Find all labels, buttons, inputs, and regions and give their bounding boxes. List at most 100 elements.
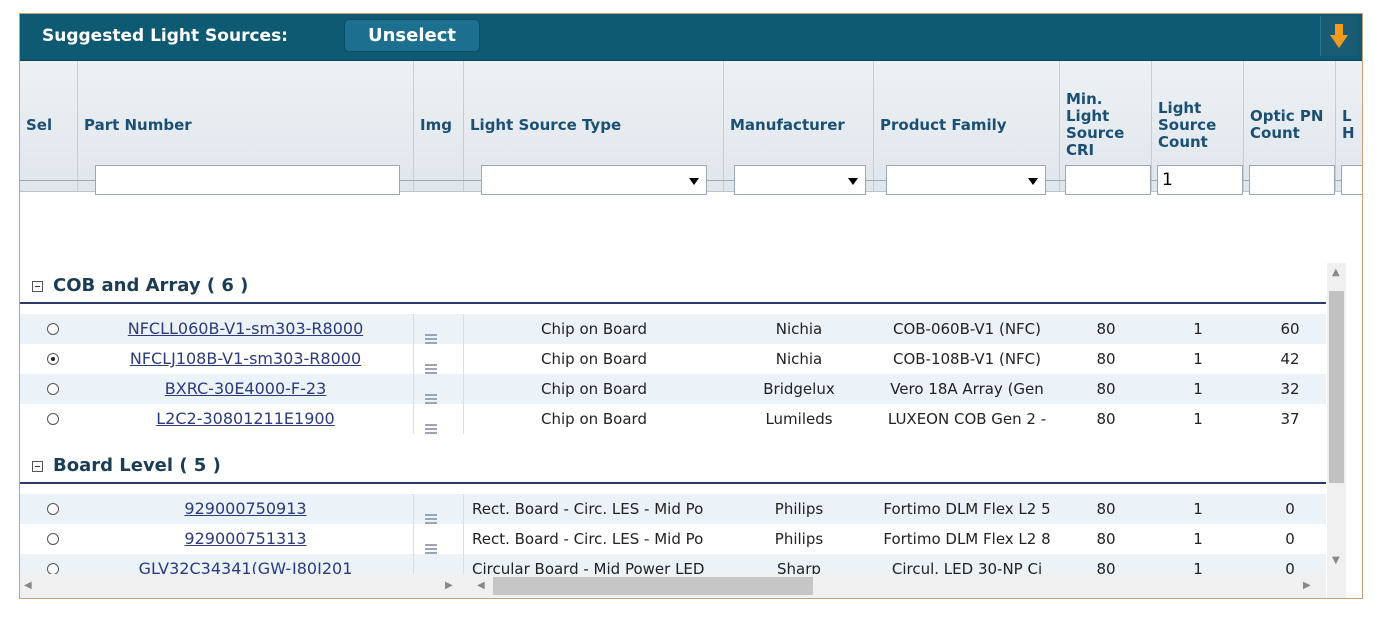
count-cell: 1 — [1193, 320, 1203, 338]
part-number-filter-input[interactable] — [95, 165, 400, 195]
type-cell: Chip on Board — [541, 350, 647, 368]
collapse-minus-icon[interactable] — [32, 461, 43, 472]
chevron-down-icon — [689, 178, 699, 185]
optic-cell: 37 — [1280, 410, 1300, 428]
type-cell: Chip on Board — [541, 320, 647, 338]
chevron-down-icon — [848, 178, 858, 185]
document-icon[interactable] — [425, 534, 437, 554]
image-cell — [414, 344, 464, 374]
document-icon[interactable] — [425, 354, 437, 374]
group-divider — [20, 482, 1326, 484]
count-cell: 1 — [1193, 500, 1203, 518]
part-number-cell: 929000750913 — [78, 494, 414, 524]
product-family-filter-select[interactable] — [886, 165, 1046, 195]
select-radio[interactable] — [47, 323, 59, 335]
optic-cell: 0 — [1285, 500, 1295, 518]
light-source-type-filter-select[interactable] — [481, 165, 707, 195]
mfr-cell: Nichia — [775, 350, 823, 368]
part-number-cell: 929000751313 — [78, 524, 414, 554]
image-cell — [414, 524, 464, 554]
suggested-light-sources-panel: Suggested Light Sources: Unselect Sel Pa… — [19, 13, 1363, 599]
mfr-cell: Philips — [774, 500, 824, 518]
column-header-img[interactable]: Img — [414, 61, 464, 191]
table-row[interactable]: 929000750913 Rect. Board - Circ. LES - Mi… — [20, 494, 1326, 524]
part-number-link[interactable]: 929000750913 — [184, 499, 306, 518]
document-icon[interactable] — [425, 414, 437, 434]
document-icon[interactable] — [425, 564, 437, 584]
part-number-cell: NFCLJ108B-V1-sm303-R8000 — [78, 344, 414, 374]
vertical-scrollbar[interactable]: ▲ ▼ — [1327, 263, 1346, 598]
optic-pn-count-filter-input[interactable] — [1249, 165, 1335, 195]
select-cell — [20, 524, 78, 554]
group-header-board-level[interactable]: Board Level ( 5 ) — [20, 450, 1328, 484]
group-divider — [20, 302, 1326, 304]
document-icon[interactable] — [425, 384, 437, 404]
count-cell: 1 — [1193, 410, 1203, 428]
download-arrow-icon — [1330, 24, 1348, 48]
optic-cell: 42 — [1280, 350, 1300, 368]
type-cell: Rect. Board - Circ. LES - Mid Po — [472, 500, 704, 518]
group-label: Board Level ( 5 ) — [53, 455, 221, 476]
scroll-down-icon[interactable]: ▼ — [1332, 555, 1340, 566]
scroll-left-icon[interactable]: ◀ — [477, 580, 485, 591]
part-number-link[interactable]: NFCLL060B-V1-sm303-R8000 — [128, 319, 364, 338]
column-label: Sel — [26, 115, 53, 134]
select-radio[interactable] — [47, 353, 59, 365]
image-cell — [414, 404, 464, 434]
table-row[interactable]: BXRC-30E4000-F-23 Chip on Board Bridgelux V… — [20, 374, 1326, 404]
table-row[interactable]: NFCLL060B-V1-sm303-R8000 Chip on Board Nic… — [20, 314, 1326, 344]
table-row[interactable]: NFCLJ108B-V1-sm303-R8000 Chip on Board Nic… — [20, 344, 1326, 374]
group-header-cob-array[interactable]: COB and Array ( 6 ) — [20, 270, 1328, 304]
part-number-link[interactable]: NFCLJ108B-V1-sm303-R8000 — [130, 349, 361, 368]
part-number-link[interactable]: BXRC-30E4000-F-23 — [165, 379, 327, 398]
part-number-link[interactable]: 929000751313 — [184, 529, 306, 548]
light-source-count-filter-input[interactable]: 1 — [1157, 165, 1243, 195]
document-icon[interactable] — [425, 324, 437, 344]
image-cell — [414, 494, 464, 524]
select-cell — [20, 404, 78, 434]
vertical-scroll-thumb[interactable] — [1329, 291, 1344, 483]
family-cell: Vero 18A Array (Gen — [890, 380, 1044, 398]
unselect-button[interactable]: Unselect — [344, 19, 480, 52]
type-cell: Chip on Board — [541, 410, 647, 428]
cri-cell: 80 — [1096, 410, 1116, 428]
part-number-cell: L2C2-30801211E1900 — [78, 404, 414, 434]
extra-filter-input[interactable] — [1341, 165, 1362, 195]
optic-cell: 0 — [1285, 530, 1295, 548]
min-cri-filter-input[interactable] — [1065, 165, 1151, 195]
horizontal-scroll-thumb[interactable] — [493, 577, 813, 595]
download-button[interactable] — [1320, 16, 1357, 56]
chevron-down-icon — [1028, 178, 1038, 185]
family-cell: COB-060B-V1 (NFC) — [892, 320, 1042, 338]
image-cell — [414, 314, 464, 344]
mfr-cell: Lumileds — [765, 410, 833, 428]
type-cell: Chip on Board — [541, 380, 647, 398]
part-number-cell: BXRC-30E4000-F-23 — [78, 374, 414, 404]
document-icon[interactable] — [425, 504, 437, 524]
mfr-cell: Bridgelux — [763, 380, 835, 398]
select-radio[interactable] — [47, 503, 59, 515]
column-header-sel[interactable]: Sel — [20, 61, 78, 191]
scroll-right-icon[interactable]: ▶ — [1303, 580, 1311, 591]
panel-titlebar: Suggested Light Sources: Unselect — [20, 14, 1362, 61]
select-radio[interactable] — [47, 533, 59, 545]
manufacturer-filter-select[interactable] — [734, 165, 866, 195]
scroll-left-icon[interactable]: ◀ — [24, 580, 32, 591]
select-radio[interactable] — [47, 413, 59, 425]
count-cell: 1 — [1193, 380, 1203, 398]
table-row[interactable]: 929000751313 Rect. Board - Circ. LES - Mi… — [20, 524, 1326, 554]
part-number-cell: NFCLL060B-V1-sm303-R8000 — [78, 314, 414, 344]
column-label: Img — [420, 115, 452, 134]
family-cell: LUXEON COB Gen 2 - — [887, 410, 1047, 428]
select-radio[interactable] — [47, 383, 59, 395]
image-cell — [414, 374, 464, 404]
part-number-link[interactable]: L2C2-30801211E1900 — [156, 409, 334, 428]
scroll-up-icon[interactable]: ▲ — [1332, 267, 1340, 278]
select-cell — [20, 314, 78, 344]
collapse-minus-icon[interactable] — [32, 281, 43, 292]
select-cell — [20, 494, 78, 524]
table-row[interactable]: L2C2-30801211E1900 Chip on Board Lumileds L… — [20, 404, 1326, 434]
horizontal-scrollbar[interactable]: ◀ ▶ ◀ ▶ — [20, 574, 1326, 598]
select-cell — [20, 344, 78, 374]
scroll-right-icon[interactable]: ▶ — [445, 580, 453, 591]
